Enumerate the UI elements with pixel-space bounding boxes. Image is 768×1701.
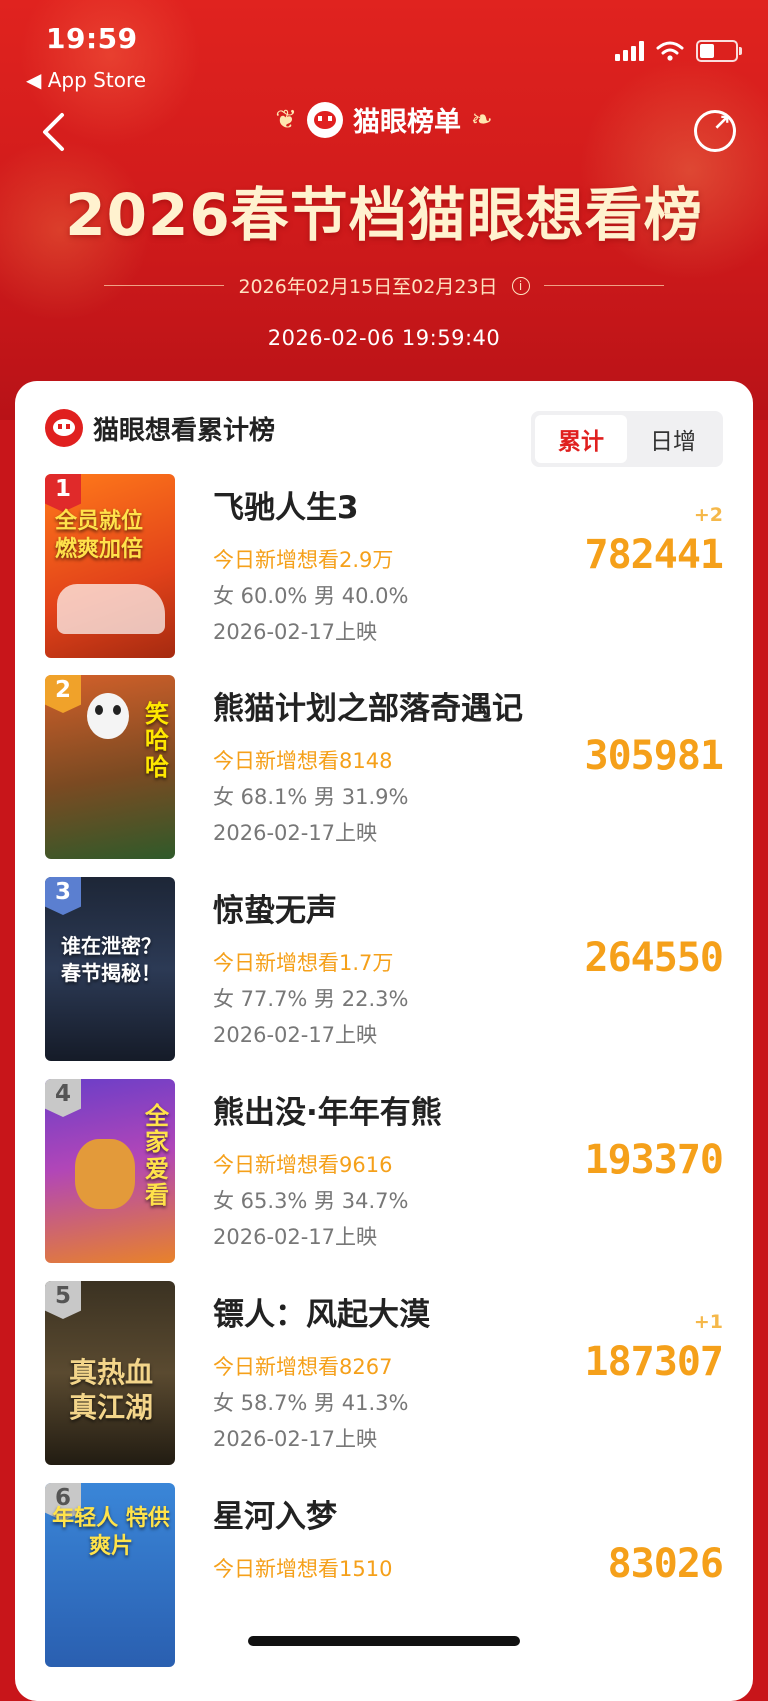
movie-poster[interactable]: 2 笑哈哈 (45, 675, 175, 859)
maoyan-logo-icon (307, 101, 343, 138)
poster-tagline: 真热血 真江湖 (68, 1356, 153, 1424)
movie-title: 惊蛰无声 (213, 893, 337, 929)
rank-badge: 1 (45, 474, 81, 512)
release-date: 2026-02-17上映 (213, 1427, 378, 1451)
movie-poster[interactable]: 4 全家爱看 (45, 1079, 175, 1263)
daily-new-wants: 今日新增想看2.9万 (213, 548, 394, 572)
back-to-app-store[interactable]: ◀ App Store (26, 68, 146, 92)
movie-title: 镖人：风起大漠 (213, 1297, 430, 1333)
gender-ratio: 女 58.7% 男 41.3% (213, 1391, 409, 1415)
status-time: 19:59 (46, 22, 138, 55)
ranking-card: 猫眼想看累计榜 累计 日增 1 全员就位 燃爽加倍 飞驰人生3 今日新增想看2.… (15, 381, 753, 1701)
poster-tagline: 全员就位 燃爽加倍 (55, 509, 144, 562)
info-icon[interactable]: i (511, 276, 530, 295)
poster-tagline: 笑哈哈 (145, 700, 169, 781)
date-range-row: 2026年02月15日至02月23日 i (0, 272, 768, 299)
movie-title: 熊猫计划之部落奇遇记 (213, 691, 523, 727)
date-range: 2026年02月15日至02月23日 (238, 276, 498, 298)
movie-title: 星河入梦 (213, 1499, 337, 1535)
movie-poster[interactable]: 5 真热血 真江湖 (45, 1281, 175, 1465)
want-count: 193370 (584, 1137, 724, 1183)
brand-header: ❦ 猫眼榜单 ❧ (0, 100, 768, 139)
maoyan-logo-icon (45, 409, 83, 447)
release-date: 2026-02-17上映 (213, 1225, 378, 1249)
movie-title: 飞驰人生3 (213, 490, 359, 526)
want-count: 83026 (607, 1541, 724, 1587)
page-title: 2026春节档猫眼想看榜 (65, 181, 703, 249)
rank-badge: 3 (45, 877, 81, 915)
movie-row[interactable]: 3 谁在泄密？ 春节揭秘！ 惊蛰无声 今日新增想看1.7万 女 77.7% 男 … (45, 877, 724, 1061)
gender-ratio: 女 77.7% 男 22.3% (213, 987, 409, 1011)
home-indicator[interactable] (248, 1636, 520, 1646)
movie-row[interactable]: 1 全员就位 燃爽加倍 飞驰人生3 今日新增想看2.9万 女 60.0% 男 4… (45, 474, 724, 658)
gender-ratio: 女 65.3% 男 34.7% (213, 1189, 409, 1213)
laurel-left-icon: ❦ (275, 104, 297, 135)
tab-switcher: 累计 日增 (531, 411, 723, 467)
brand-name: 猫眼榜单 (353, 107, 461, 138)
battery-icon (696, 40, 742, 62)
movie-title: 熊出没·年年有熊 (213, 1095, 442, 1131)
daily-new-wants: 今日新增想看9616 (213, 1153, 393, 1177)
rank-badge: 2 (45, 675, 81, 713)
daily-new-wants: 今日新增想看8148 (213, 749, 393, 773)
rank-badge: 5 (45, 1281, 81, 1319)
movie-row[interactable]: 4 全家爱看 熊出没·年年有熊 今日新增想看9616 女 65.3% 男 34.… (45, 1079, 724, 1263)
rank-change: +2 (693, 504, 723, 526)
card-header: 猫眼想看累计榜 (45, 409, 275, 447)
movie-row[interactable]: 5 真热血 真江湖 镖人：风起大漠 今日新增想看8267 女 58.7% 男 4… (45, 1281, 724, 1465)
rank-change: +1 (693, 1311, 723, 1333)
daily-new-wants: 今日新增想看1.7万 (213, 951, 394, 975)
movie-row[interactable]: 2 笑哈哈 熊猫计划之部落奇遇记 今日新增想看8148 女 68.1% 男 31… (45, 675, 724, 859)
want-count: 187307 (584, 1339, 724, 1385)
tab-cumulative[interactable]: 累计 (535, 415, 627, 463)
daily-new-wants: 今日新增想看8267 (213, 1355, 393, 1379)
release-date: 2026-02-17上映 (213, 1023, 378, 1047)
laurel-right-icon: ❧ (471, 104, 493, 135)
wifi-icon (656, 41, 684, 61)
release-date: 2026-02-17上映 (213, 620, 378, 644)
want-count: 305981 (584, 733, 724, 779)
divider (104, 285, 225, 286)
update-timestamp: 2026-02-06 19:59:40 (267, 326, 501, 350)
want-count: 782441 (584, 532, 724, 578)
movie-poster[interactable]: 1 全员就位 燃爽加倍 (45, 474, 175, 658)
movie-poster[interactable]: 6 年轻人 特供爽片 (45, 1483, 175, 1667)
daily-new-wants: 今日新增想看1510 (213, 1557, 393, 1581)
want-count: 264550 (584, 935, 724, 981)
poster-tagline: 谁在泄密？ 春节揭秘！ (61, 934, 161, 985)
gender-ratio: 女 60.0% 男 40.0% (213, 584, 409, 608)
movie-poster[interactable]: 3 谁在泄密？ 春节揭秘！ (45, 877, 175, 1061)
tab-daily[interactable]: 日增 (627, 415, 719, 463)
release-date: 2026-02-17上映 (213, 821, 378, 845)
poster-tagline: 全家爱看 (145, 1102, 169, 1210)
rank-badge: 4 (45, 1079, 81, 1117)
divider (543, 285, 664, 286)
poster-tagline: 年轻人 特供爽片 (52, 1506, 170, 1559)
cellular-signal-icon (615, 41, 644, 61)
status-icons (615, 40, 742, 62)
board-title: 猫眼想看累计榜 (93, 415, 276, 446)
gender-ratio: 女 68.1% 男 31.9% (213, 785, 409, 809)
hero-banner: 19:59 ◀ App Store ❦ 猫眼榜单 ❧ 2026春节档猫眼想看榜 … (0, 0, 768, 420)
